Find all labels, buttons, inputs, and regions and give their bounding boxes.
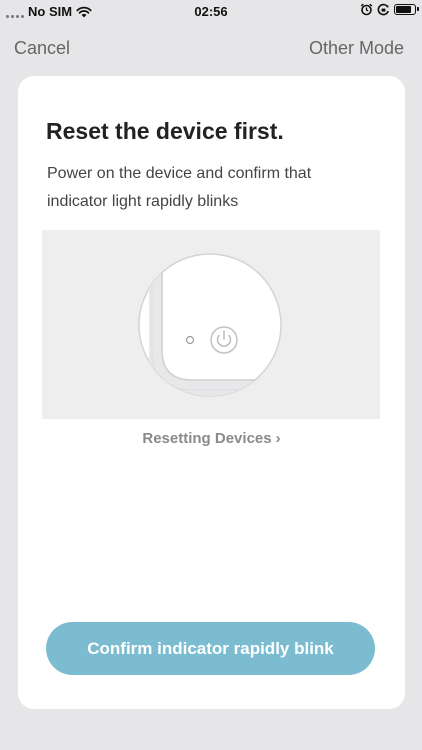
nav-bar: Cancel Other Mode [0, 34, 422, 64]
other-mode-button[interactable]: Other Mode [309, 38, 404, 59]
device-illustration [42, 230, 380, 419]
status-right [360, 3, 419, 16]
resetting-devices-link[interactable]: Resetting Devices › [18, 430, 405, 447]
battery-icon [394, 4, 419, 15]
status-time: 02:56 [194, 4, 228, 19]
confirm-blink-button[interactable]: Confirm indicator rapidly blink [46, 622, 375, 675]
status-bar: No SIM 02:56 [0, 0, 422, 24]
rotation-lock-icon [377, 3, 389, 16]
device-diagram [138, 253, 282, 397]
resetting-devices-label: Resetting Devices [142, 430, 272, 447]
alarm-icon [360, 3, 373, 16]
reset-card: Reset the device first. Power on the dev… [18, 76, 405, 709]
page-title: Reset the device first. [46, 118, 284, 144]
chevron-right-icon: › [275, 430, 281, 447]
cancel-button[interactable]: Cancel [14, 38, 70, 59]
instruction-text: Power on the device and confirm that ind… [47, 165, 312, 210]
